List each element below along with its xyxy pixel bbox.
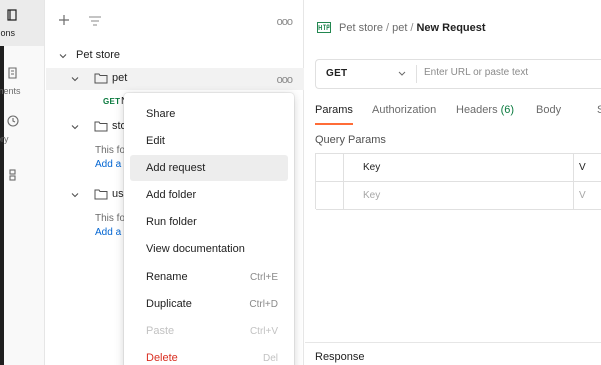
column-divider bbox=[573, 154, 574, 181]
tab-authorization[interactable]: Authorization bbox=[372, 104, 436, 116]
value-input[interactable]: V bbox=[579, 190, 586, 201]
method-select[interactable]: GET bbox=[326, 68, 347, 79]
rail-item-collections[interactable]: tions bbox=[0, 0, 44, 46]
rail-item-label: tions bbox=[0, 28, 16, 38]
menu-item-label: Duplicate bbox=[146, 298, 192, 310]
menu-item-label: Paste bbox=[146, 325, 175, 337]
menu-item-label: Add folder bbox=[146, 189, 197, 201]
menu-item-view-documentation[interactable]: View documentation bbox=[130, 236, 288, 262]
breadcrumb-separator: / bbox=[386, 22, 390, 34]
menu-item-label: Rename bbox=[146, 271, 188, 283]
rail-item-flows[interactable] bbox=[0, 160, 44, 206]
folder-name: pet bbox=[112, 72, 128, 84]
empty-folder-text: This fo bbox=[95, 145, 126, 156]
empty-folder-text: This fo bbox=[95, 213, 126, 224]
folder-row-pet[interactable]: pet ooo bbox=[46, 68, 304, 90]
add-request-link[interactable]: Add a bbox=[95, 227, 121, 238]
tab-scripts[interactable]: S bbox=[597, 104, 601, 116]
tab-body[interactable]: Body bbox=[536, 104, 561, 116]
key-column-header: Key bbox=[363, 162, 381, 173]
folder-icon bbox=[94, 73, 108, 84]
breadcrumb: Pet store / pet / New Request bbox=[317, 22, 486, 34]
response-divider[interactable] bbox=[305, 342, 601, 343]
breadcrumb-separator: / bbox=[410, 22, 414, 34]
breadcrumb-collection[interactable]: Pet store bbox=[339, 22, 383, 34]
tab-headers-label: Headers bbox=[456, 104, 498, 116]
tab-params[interactable]: Params bbox=[315, 104, 353, 116]
flows-icon bbox=[9, 169, 16, 181]
menu-item-paste: Paste Ctrl+V bbox=[130, 318, 288, 344]
menu-item-shortcut: Ctrl+E bbox=[249, 272, 278, 283]
menu-item-rename[interactable]: Rename Ctrl+E bbox=[130, 264, 288, 290]
menu-item-label: Share bbox=[146, 108, 176, 120]
menu-item-delete[interactable]: Delete Del bbox=[130, 345, 288, 365]
rail-item-label: ory bbox=[0, 134, 9, 144]
sidebar-toolbar: ooo bbox=[46, 0, 304, 40]
menu-item-label: Edit bbox=[146, 135, 165, 147]
menu-item-edit[interactable]: Edit bbox=[130, 128, 288, 154]
menu-item-shortcut: Ctrl+D bbox=[249, 299, 278, 310]
menu-item-shortcut: Del bbox=[262, 353, 278, 364]
request-editor: Pet store/pet/New Request GET Params Aut… bbox=[305, 0, 601, 365]
chevron-down-icon[interactable] bbox=[71, 75, 79, 83]
http-icon bbox=[317, 22, 331, 33]
menu-item-label: View documentation bbox=[146, 243, 245, 255]
chevron-down-icon[interactable] bbox=[71, 191, 79, 199]
breadcrumb-current[interactable]: New Request bbox=[416, 22, 485, 34]
response-title: Response bbox=[315, 351, 365, 363]
chevron-down-icon[interactable] bbox=[71, 123, 79, 131]
url-input[interactable] bbox=[424, 67, 594, 78]
query-params-title: Query Params bbox=[315, 134, 386, 146]
menu-item-add-folder[interactable]: Add folder bbox=[130, 182, 288, 208]
headers-count: (6) bbox=[500, 104, 515, 116]
collection-row[interactable]: Pet store bbox=[46, 45, 304, 67]
add-request-link[interactable]: Add a bbox=[95, 159, 121, 170]
value-column-header: V bbox=[579, 162, 586, 173]
folder-icon bbox=[94, 121, 108, 132]
environments-icon bbox=[8, 67, 17, 79]
active-tab-indicator bbox=[315, 123, 353, 125]
folder-icon bbox=[94, 189, 108, 200]
menu-item-label: Run folder bbox=[146, 216, 197, 228]
collection-name: Pet store bbox=[76, 49, 121, 61]
tab-headers[interactable]: Headers (6) bbox=[456, 104, 514, 116]
rail-item-environments[interactable]: ments bbox=[0, 58, 44, 104]
table-header-row: Key V bbox=[316, 154, 601, 182]
column-divider bbox=[573, 182, 574, 209]
plus-icon[interactable] bbox=[58, 14, 70, 26]
folder-context-menu: Share Edit Add request Add folder Run fo… bbox=[124, 93, 294, 365]
menu-item-share[interactable]: Share bbox=[130, 101, 288, 127]
breadcrumb-folder[interactable]: pet bbox=[392, 22, 407, 34]
checkbox-column bbox=[316, 182, 344, 209]
query-params-table: Key V Key V bbox=[315, 153, 601, 210]
left-rail: tions ments ory bbox=[0, 0, 45, 365]
checkbox-column bbox=[316, 154, 344, 181]
key-input[interactable]: Key bbox=[363, 190, 380, 201]
menu-item-add-request[interactable]: Add request bbox=[130, 155, 288, 181]
menu-item-run-folder[interactable]: Run folder bbox=[130, 209, 288, 235]
menu-item-shortcut: Ctrl+V bbox=[249, 326, 278, 337]
chevron-down-icon[interactable] bbox=[398, 71, 406, 77]
method-badge: GET bbox=[103, 97, 121, 106]
history-icon bbox=[7, 115, 19, 127]
rail-item-label: ments bbox=[0, 86, 21, 96]
chevron-down-icon[interactable] bbox=[59, 52, 67, 60]
more-options-icon[interactable]: ooo bbox=[277, 17, 293, 28]
menu-item-duplicate[interactable]: Duplicate Ctrl+D bbox=[130, 291, 288, 317]
more-options-icon[interactable]: ooo bbox=[277, 75, 293, 86]
collections-icon bbox=[7, 9, 17, 21]
menu-item-label: Delete bbox=[146, 352, 178, 364]
filter-icon[interactable] bbox=[88, 16, 102, 26]
menu-item-label: Add request bbox=[146, 162, 206, 174]
divider bbox=[416, 65, 417, 83]
url-bar: GET bbox=[315, 59, 601, 89]
table-row[interactable]: Key V bbox=[316, 182, 601, 210]
rail-item-history[interactable]: ory bbox=[0, 106, 44, 152]
